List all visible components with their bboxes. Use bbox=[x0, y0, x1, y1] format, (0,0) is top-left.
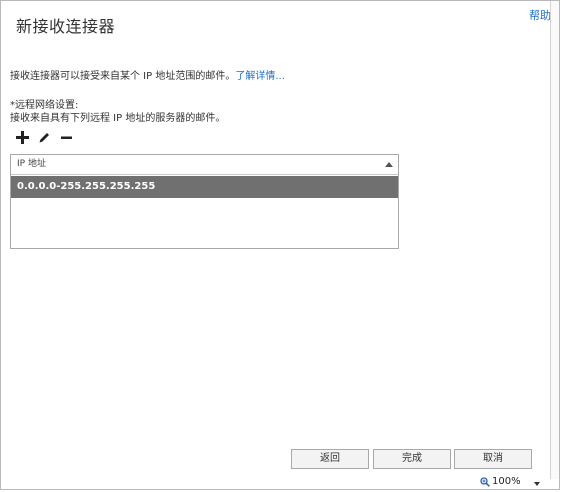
cancel-button[interactable]: 取消 bbox=[454, 449, 532, 469]
add-button[interactable] bbox=[11, 128, 33, 146]
edit-button[interactable] bbox=[33, 128, 55, 146]
dialog-window: 新接收连接器 帮助 接收连接器可以接受来自某个 IP 地址范围的邮件。了解详情.… bbox=[0, 0, 560, 490]
dialog-title: 新接收连接器 bbox=[16, 17, 116, 36]
zoom-dropdown-icon[interactable] bbox=[534, 482, 540, 486]
finish-button[interactable]: 完成 bbox=[373, 449, 451, 469]
minus-icon bbox=[60, 136, 72, 139]
intro-text: 接收连接器可以接受来自某个 IP 地址范围的邮件。了解详情... bbox=[10, 67, 285, 82]
zoom-magnifier-icon bbox=[480, 476, 490, 487]
plus-icon bbox=[15, 130, 29, 144]
ip-toolbar bbox=[11, 128, 77, 146]
column-header-label: IP 地址 bbox=[17, 159, 46, 169]
ip-address-list: IP 地址 0.0.0.0-255.255.255.255 bbox=[10, 154, 399, 249]
zoom-level: 100% bbox=[492, 476, 521, 487]
sort-ascending-icon bbox=[385, 162, 393, 167]
remote-network-sublabel: 接收来自具有下列远程 IP 地址的服务器的邮件。 bbox=[10, 113, 226, 124]
vertical-scrollbar[interactable] bbox=[550, 1, 559, 479]
remove-button[interactable] bbox=[55, 128, 77, 146]
column-header-ip[interactable]: IP 地址 bbox=[11, 155, 398, 175]
pencil-icon bbox=[39, 132, 49, 142]
learn-more-link[interactable]: 了解详情... bbox=[235, 71, 285, 82]
help-link[interactable]: 帮助 bbox=[529, 7, 551, 23]
zoom-control[interactable]: 100% bbox=[480, 476, 521, 487]
table-row[interactable]: 0.0.0.0-255.255.255.255 bbox=[11, 176, 398, 198]
intro-description: 接收连接器可以接受来自某个 IP 地址范围的邮件。 bbox=[10, 71, 236, 82]
back-button[interactable]: 返回 bbox=[291, 449, 369, 469]
